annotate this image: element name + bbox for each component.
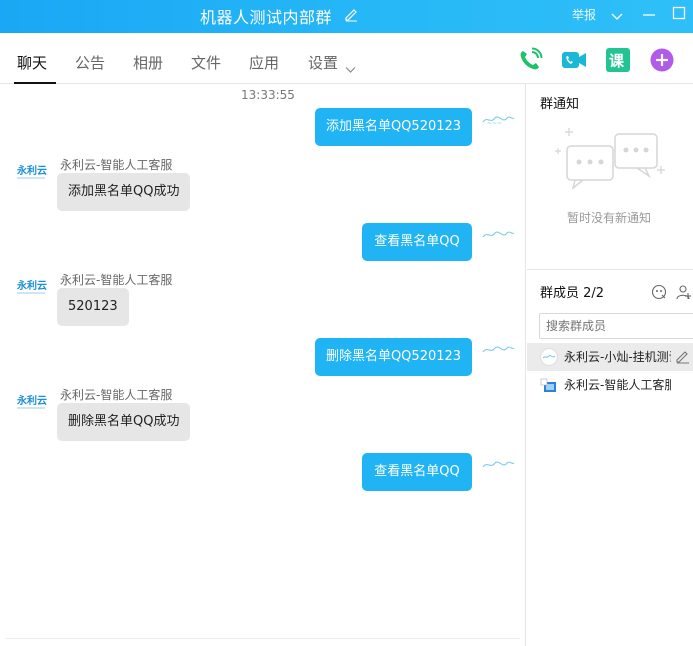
notice-title: 群通知 — [540, 97, 580, 112]
member-filter-icon[interactable] — [651, 284, 667, 300]
course-icon[interactable]: 课 — [605, 47, 631, 73]
tab-bar: 聊天 公告 相册 文件 应用 设置 课 — [0, 33, 693, 84]
tab-announcement[interactable]: 公告 — [75, 52, 105, 73]
course-label: 课 — [609, 52, 625, 70]
message-bubble-incoming[interactable]: 删除黑名单QQ成功 — [57, 403, 191, 441]
maximize-button[interactable] — [672, 5, 686, 20]
tab-settings[interactable]: 设置 — [308, 52, 338, 73]
edit-title-icon[interactable] — [343, 6, 359, 22]
message-timestamp: 13:33:55 — [241, 88, 295, 102]
minimize-button[interactable] — [642, 6, 656, 18]
tab-album[interactable]: 相册 — [133, 52, 163, 73]
title-bar: 机器人测试内部群 举报 — [0, 0, 693, 33]
svg-text:~~~: ~~~ — [487, 120, 502, 127]
message-bubble-outgoing[interactable]: 添加黑名单QQ520123 — [315, 108, 472, 146]
bot-avatar-logo[interactable]: 永利云 — [14, 162, 48, 186]
member-list-item[interactable]: 永利云-智能人工客服 — [527, 371, 693, 399]
sender-name: 永利云-智能人工客服 — [60, 273, 173, 287]
member-name: 永利云-智能人工客服 — [564, 378, 671, 392]
member-list-item[interactable]: 永利云-小灿-挂机测试 — [527, 343, 693, 371]
sender-name: 永利云-智能人工客服 — [60, 388, 173, 402]
notice-empty-text: 暂时没有新通知 — [567, 211, 652, 225]
panel-divider — [527, 269, 693, 270]
right-panel: 群通知 暂时没有新通知 群成员 2/2 搜索群成员 永利云-小灿-挂机测试 永利… — [527, 84, 693, 646]
window-title: 机器人测试内部群 — [200, 8, 333, 27]
member-search-input[interactable] — [539, 313, 693, 339]
input-divider — [6, 638, 520, 639]
message-bubble-incoming[interactable]: 520123 — [57, 288, 129, 326]
tab-chat[interactable]: 聊天 — [17, 52, 47, 73]
user-avatar-icon[interactable]: ~~~ — [481, 112, 515, 128]
message-bubble-outgoing[interactable]: 查看黑名单QQ — [362, 453, 472, 491]
chat-area[interactable]: 13:33:55 添加黑名单QQ520123 ~~~ 永利云 永利云-智能人工客… — [0, 84, 526, 646]
bot-avatar-logo[interactable]: 永利云 — [14, 277, 48, 301]
members-title: 群成员 2/2 — [540, 286, 605, 301]
empty-notice-illustration — [555, 124, 667, 196]
plus-icon[interactable] — [649, 47, 675, 73]
user-avatar-icon[interactable] — [481, 457, 515, 473]
tab-files[interactable]: 文件 — [191, 52, 221, 73]
message-bubble-outgoing[interactable]: 删除黑名单QQ520123 — [315, 338, 472, 376]
bot-avatar-logo[interactable]: 永利云 — [14, 392, 48, 416]
message-bubble-incoming[interactable]: 添加黑名单QQ成功 — [57, 173, 191, 211]
sender-name: 永利云-智能人工客服 — [60, 158, 173, 172]
member-avatar — [540, 348, 558, 366]
chevron-down-icon[interactable] — [610, 7, 624, 20]
report-button[interactable]: 举报 — [572, 6, 596, 23]
user-avatar-icon[interactable] — [481, 342, 515, 358]
member-name: 永利云-小灿-挂机测试 — [564, 350, 671, 364]
message-bubble-outgoing[interactable]: 查看黑名单QQ — [362, 223, 472, 261]
phone-icon[interactable] — [517, 47, 543, 73]
edit-nickname-icon[interactable] — [675, 349, 690, 364]
video-call-icon[interactable] — [561, 47, 587, 73]
tab-apps[interactable]: 应用 — [249, 52, 279, 73]
member-avatar — [540, 376, 558, 394]
user-avatar-icon[interactable] — [481, 227, 515, 243]
add-member-icon[interactable] — [676, 284, 692, 300]
settings-chevron-icon[interactable] — [345, 59, 356, 73]
